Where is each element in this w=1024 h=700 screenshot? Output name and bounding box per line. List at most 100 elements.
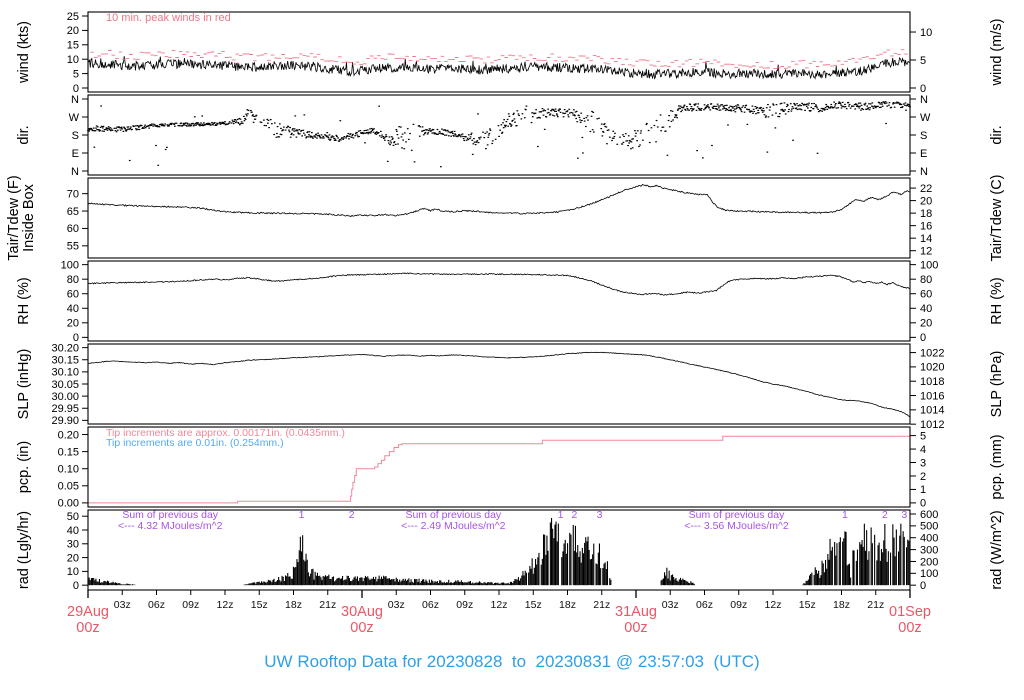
- y-tick-label: W: [69, 112, 80, 124]
- peak-wind-annotation: 10 min. peak winds in red: [106, 12, 231, 24]
- axis-ticks: [82, 15, 916, 586]
- y-tick-label: 22: [920, 183, 932, 195]
- y-tick-label: N: [920, 94, 928, 106]
- y-tick-label: 1020: [920, 362, 944, 374]
- y-tick-label: 30.15: [51, 355, 79, 367]
- svg-text:<--- 3.56 MJoules/m^2: <--- 3.56 MJoules/m^2: [684, 520, 789, 532]
- svg-text:<--- 4.32 MJoules/m^2: <--- 4.32 MJoules/m^2: [118, 520, 223, 532]
- y-axis-title-pcp-left: pcp. (in): [16, 440, 32, 494]
- y-tick-label: 20: [67, 318, 79, 330]
- svg-text:2: 2: [349, 509, 355, 521]
- y-tick-label: 65: [67, 206, 79, 218]
- y-tick-label: 100: [920, 568, 938, 580]
- y-tick-label: 15: [67, 40, 79, 52]
- meteogram-plot: 1 2 1 2 3 1 2 3Sum of previous day<--- 4.32 MJo…: [51, 11, 944, 636]
- x-axis: 03z 06z 09z 12z 15z 18z 21z 03z 06z 09z 12z 15z 18z 2…: [67, 590, 931, 636]
- y-tick-label: 3: [920, 457, 926, 469]
- y-tick-label: 40: [67, 525, 79, 537]
- y-tick-label: 1016: [920, 390, 944, 402]
- x-tick-label: 12z: [217, 599, 234, 611]
- radiation-markers: 12123123: [299, 509, 908, 521]
- x-day-label: 29Aug: [67, 604, 109, 620]
- temp-axis-line1: Tair/Tdew (F): [6, 175, 22, 261]
- y-tick-label: 80: [67, 274, 79, 286]
- y-tick-label: 0.20: [58, 429, 79, 441]
- y-tick-label: 200: [920, 556, 938, 568]
- radiation-sum-annotations: Sum of previous day<--- 4.32 MJoules/m^2…: [118, 509, 789, 532]
- svg-text:3: 3: [901, 509, 907, 521]
- y-axis-title-rad-left: rad (Lgly/hr): [16, 510, 32, 590]
- y-tick-label: 0.00: [58, 498, 79, 510]
- footer-title: UW Rooftop Data for 20230828 to 20230831…: [264, 652, 760, 671]
- x-tick-label: 18z: [559, 599, 576, 611]
- y-axis-title-rad-right: rad (W/m^2): [989, 510, 1005, 590]
- x-tick-label: 15z: [799, 599, 816, 611]
- y-tick-label: 20: [67, 552, 79, 564]
- y-tick-label: 25: [67, 11, 79, 23]
- y-tick-label: 30.20: [51, 342, 79, 354]
- x-tick-label: 21z: [593, 599, 610, 611]
- x-tick-label: 12z: [491, 599, 508, 611]
- y-axis-title-pcp-right: pcp. (mm): [989, 434, 1005, 500]
- meteogram-figure: 1 2 1 2 3 1 2 3 Sum of previous day <--- 4.32 MJo…: [0, 0, 1024, 700]
- y-tick-label: 0: [920, 580, 926, 592]
- x-tick-label: 21z: [319, 599, 336, 611]
- temp-trace: [87, 184, 911, 217]
- svg-text:1: 1: [842, 509, 848, 521]
- y-tick-label: E: [920, 148, 927, 160]
- y-axis-title-rh-right: RH (%): [989, 277, 1005, 325]
- y-axis-title-slp-right: SLP (hPa): [989, 350, 1005, 418]
- y-tick-label: N: [71, 166, 79, 178]
- x-day-label: 30Aug: [341, 604, 383, 620]
- x-tick-label: 15z: [525, 599, 542, 611]
- y-tick-label: 5: [920, 430, 926, 442]
- y-tick-label: 0: [920, 332, 926, 344]
- x-day-sublabel: 00z: [350, 620, 373, 636]
- y-tick-label: 300: [920, 544, 938, 556]
- x-tick-label: 06z: [696, 599, 713, 611]
- y-tick-label: 4: [920, 444, 926, 456]
- y-tick-label: 1012: [920, 419, 944, 431]
- y-tick-label: 0.10: [58, 464, 79, 476]
- y-tick-label: 0.05: [58, 481, 79, 493]
- x-tick-label: 21z: [867, 599, 884, 611]
- y-tick-label: 70: [67, 188, 79, 200]
- y-tick-label: N: [920, 166, 928, 178]
- svg-text:2: 2: [571, 509, 577, 521]
- y-axis-title-temp-right: Tair/Tdew (C): [989, 174, 1005, 262]
- y-tick-label: 40: [67, 303, 79, 315]
- y-tick-label: 0: [73, 580, 79, 592]
- x-tick-label: 06z: [148, 599, 165, 611]
- y-tick-label: 5: [73, 68, 79, 80]
- x-day-sublabel: 00z: [624, 620, 647, 636]
- y-tick-label: E: [72, 148, 79, 160]
- rh-trace: [87, 272, 911, 296]
- x-day-sublabel: 00z: [76, 620, 99, 636]
- y-axis-title-wind-right: wind (m/s): [989, 18, 1005, 86]
- x-tick-label: 12z: [765, 599, 782, 611]
- y-tick-label: 30: [67, 539, 79, 551]
- y-tick-label: 1: [920, 484, 926, 496]
- x-tick-label: 09z: [182, 599, 199, 611]
- y-tick-label: 20: [67, 25, 79, 37]
- x-tick-label: 15z: [251, 599, 268, 611]
- y-tick-label: 0.15: [58, 446, 79, 458]
- y-axis-title-dir-right: dir.: [989, 125, 1005, 145]
- y-tick-label: 50: [67, 511, 79, 523]
- tick-labels: 05101520250510NWSENNWSEN5560657012141618…: [51, 11, 944, 592]
- x-tick-label: 18z: [833, 599, 850, 611]
- y-tick-label: 5: [920, 55, 926, 67]
- temp-axis-line2: Inside Box: [21, 184, 37, 252]
- x-tick-label: 18z: [285, 599, 302, 611]
- svg-text:2: 2: [882, 509, 888, 521]
- svg-text:<--- 2.49 MJoules/m^2: <--- 2.49 MJoules/m^2: [401, 520, 506, 532]
- y-tick-label: 55: [67, 241, 79, 253]
- y-tick-label: W: [920, 112, 931, 124]
- y-tick-label: 1014: [920, 405, 944, 417]
- x-day-label: 01Sep: [889, 604, 931, 620]
- y-axis-title-temp-left: Tair/Tdew (F) Inside Box: [6, 175, 37, 261]
- y-tick-label: 20: [920, 318, 932, 330]
- y-tick-label: 30.05: [51, 379, 79, 391]
- svg-text:3: 3: [597, 509, 603, 521]
- y-tick-label: N: [71, 94, 79, 106]
